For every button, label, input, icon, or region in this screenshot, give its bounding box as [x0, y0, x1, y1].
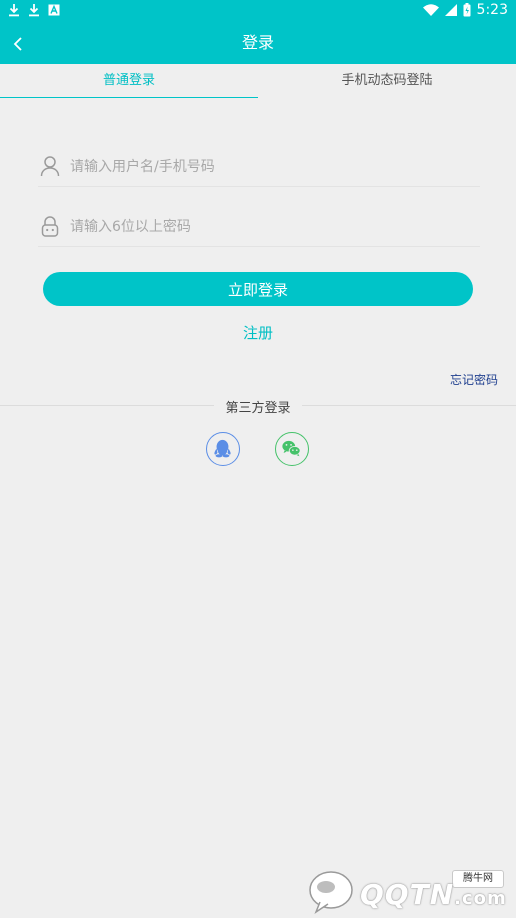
wechat-login-button[interactable]	[275, 432, 309, 466]
watermark-brand: QQTN	[360, 878, 455, 911]
login-tabs: 普通登录 手机动态码登陆	[0, 64, 516, 98]
app-store-icon	[48, 4, 60, 16]
watermark-logo-icon	[309, 871, 353, 914]
title-bar: 登录	[0, 24, 516, 64]
download-icon	[29, 4, 39, 17]
user-icon	[40, 156, 60, 177]
status-time: 5:23	[476, 2, 508, 18]
register-link[interactable]: 注册	[0, 322, 516, 343]
qq-login-button[interactable]	[206, 432, 240, 466]
watermark-domain: .com	[454, 888, 507, 909]
password-field	[38, 206, 480, 248]
username-field	[38, 146, 480, 188]
signal-icon	[444, 4, 457, 16]
third-party-login-label: 第三方登录	[214, 397, 302, 416]
login-button[interactable]: 立即登录	[43, 272, 473, 306]
download-icon	[9, 4, 19, 17]
lock-icon	[41, 216, 59, 237]
forgot-password-link[interactable]: 忘记密码	[450, 371, 498, 388]
tab-sms-login[interactable]: 手机动态码登陆	[258, 64, 516, 98]
wechat-icon	[282, 440, 301, 457]
qqtn-watermark: 腾牛网 QQTN.com	[306, 864, 512, 916]
battery-icon	[463, 3, 471, 17]
active-tab-indicator	[0, 97, 258, 98]
tab-normal-login[interactable]: 普通登录	[0, 64, 258, 98]
qq-icon	[214, 439, 231, 458]
wifi-icon	[422, 4, 439, 16]
status-bar: 5:23	[0, 0, 516, 24]
watermark-text: QQTN.com	[360, 878, 507, 911]
system-indicators: 5:23	[422, 2, 508, 18]
password-input[interactable]	[68, 206, 472, 248]
page-title: 登录	[241, 33, 274, 52]
notification-icons	[8, 3, 60, 17]
username-input[interactable]	[68, 146, 472, 188]
